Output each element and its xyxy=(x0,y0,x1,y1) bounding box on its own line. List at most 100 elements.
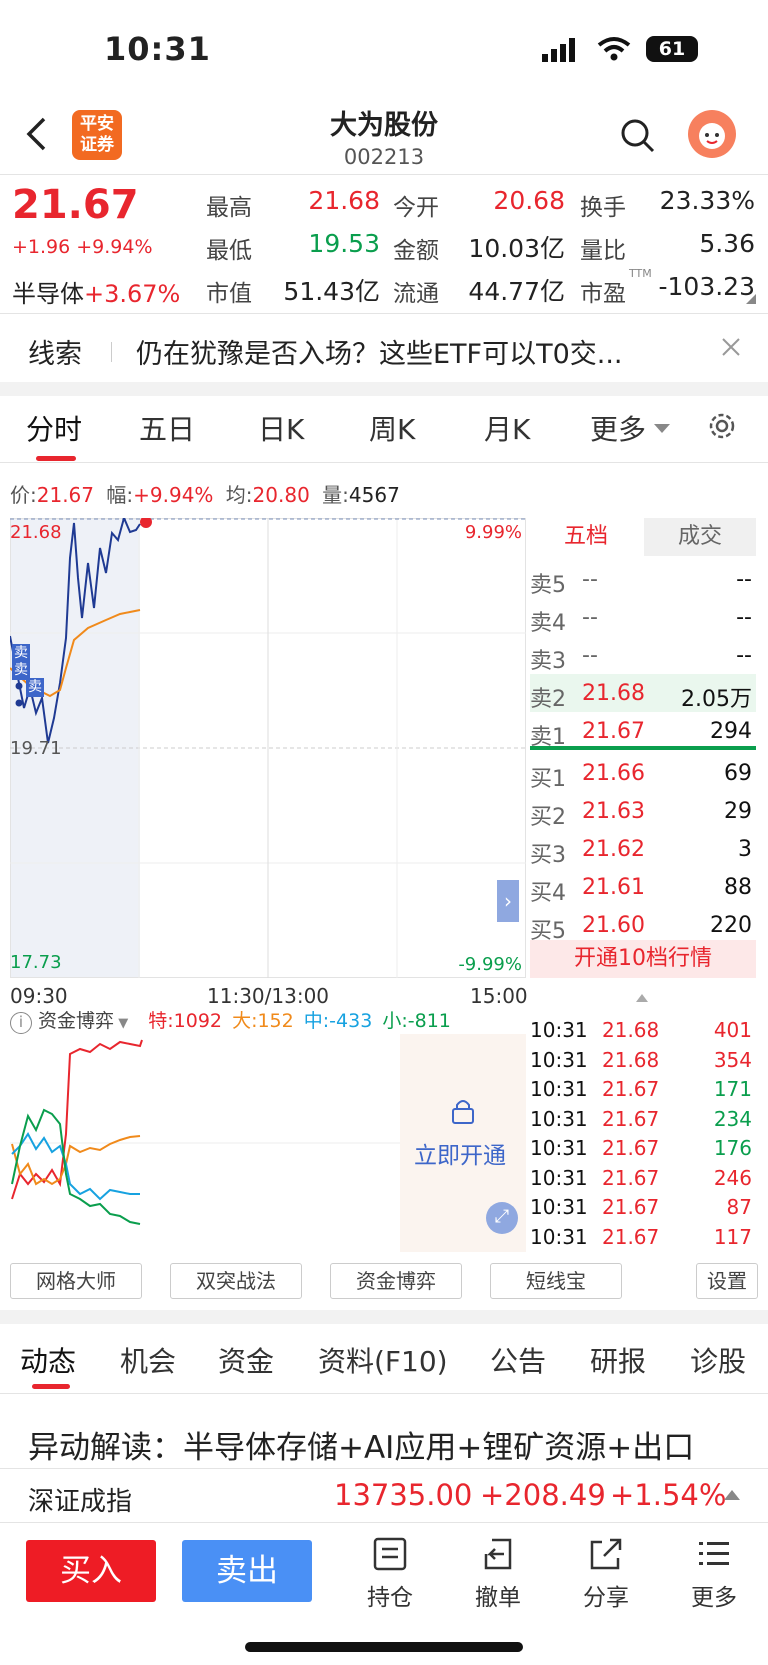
tool-fund-game[interactable]: 资金博弈 xyxy=(330,1263,462,1299)
ttm-label: TTM xyxy=(629,267,652,280)
trade-row: 10:31 21.68 354 xyxy=(530,1047,752,1072)
news-headline[interactable]: 异动解读：半导体存储+AI应用+锂矿资源+出口 xyxy=(28,1422,758,1467)
info-tab[interactable]: 诊股 xyxy=(690,1340,746,1380)
orderbook-row[interactable]: 卖4 -- -- xyxy=(530,598,756,636)
y-mid-label: 19.71 xyxy=(10,738,62,759)
tool-short-line[interactable]: 短线宝 xyxy=(490,1263,622,1299)
chart-tab[interactable]: 周K xyxy=(369,408,415,448)
info-icon[interactable]: i xyxy=(10,1012,32,1034)
undo-icon xyxy=(484,1538,512,1570)
close-icon[interactable] xyxy=(720,336,742,362)
avatar[interactable] xyxy=(688,110,736,158)
sell-marker: 卖卖 xyxy=(12,644,30,680)
trade-row: 10:31 21.67 171 xyxy=(530,1077,752,1101)
last-price: 21.67 xyxy=(12,182,139,228)
orderbook-row[interactable]: 卖1 21.67 294 xyxy=(530,712,756,750)
info-tab[interactable]: 机会 xyxy=(120,1340,176,1380)
index-name[interactable]: 深证成指 xyxy=(28,1481,132,1518)
orderbook-row[interactable]: 卖2 21.68 2.05万 xyxy=(530,674,756,712)
trade-row: 10:31 21.68 401 xyxy=(530,1018,752,1042)
trade-row: 10:31 21.67 176 xyxy=(530,1136,752,1160)
chart-tab[interactable]: 五日 xyxy=(139,408,195,448)
chart-tab[interactable]: 日K xyxy=(258,408,304,448)
home-indicator xyxy=(245,1642,523,1652)
intraday-chart[interactable]: 卖卖 卖 21.68 19.71 17.73 9.99% -9.99% › xyxy=(10,518,526,978)
tab-active-underline xyxy=(36,456,76,461)
trade-row: 10:31 21.67 117 xyxy=(530,1224,752,1249)
tab-five-level[interactable]: 五档 xyxy=(530,518,642,556)
y-min-label: 17.73 xyxy=(10,952,62,973)
orderbook-row[interactable]: 买5 21.60 220 xyxy=(530,906,756,944)
orderbook-row[interactable]: 买2 21.63 29 xyxy=(530,792,756,830)
index-change: +208.49 xyxy=(480,1478,606,1512)
flow-header: i 资金博弈 ▼ 特:1092 大:152 中:-433 小:-811 xyxy=(10,1006,451,1034)
flow-title[interactable]: 资金博弈 xyxy=(38,1010,114,1032)
quote-value: 21.68 xyxy=(308,186,380,215)
tool-double-breakout[interactable]: 双突战法 xyxy=(170,1263,302,1299)
lock-icon xyxy=(450,1097,476,1129)
dropdown-caret-icon[interactable] xyxy=(654,424,670,433)
orderbook-row[interactable]: 买3 21.62 3 xyxy=(530,830,756,868)
tool-settings[interactable]: 设置 xyxy=(696,1263,758,1299)
chart-tab[interactable]: 分时 xyxy=(26,408,82,448)
quote-value: 20.68 xyxy=(493,186,565,215)
orderbook-row[interactable]: 买1 21.66 69 xyxy=(530,754,756,792)
info-tab[interactable]: 资金 xyxy=(218,1340,274,1380)
trade-scroll-up-icon[interactable] xyxy=(636,994,648,1002)
quote-value: 44.77亿 xyxy=(468,277,565,306)
quote-label: 金额 xyxy=(393,238,439,264)
quote-label: 今开 xyxy=(393,195,439,221)
fullscreen-icon[interactable]: ⤢ xyxy=(486,1202,518,1234)
chart-tab[interactable]: 月K xyxy=(484,408,530,448)
positions-icon xyxy=(373,1537,407,1571)
more-button[interactable]: 更多 xyxy=(674,1536,754,1612)
battery-icon: 61 xyxy=(646,36,698,62)
status-time: 10:31 xyxy=(104,30,211,68)
signal-icon xyxy=(542,38,578,66)
chart-tab[interactable]: 更多 xyxy=(590,408,646,448)
unlock-button[interactable]: 立即开通 xyxy=(414,1136,506,1170)
quote-value: 23.33% xyxy=(659,186,755,215)
trade-row: 10:31 21.67 87 xyxy=(530,1195,752,1219)
trade-row: 10:31 21.67 234 xyxy=(530,1106,752,1131)
orderbook-row[interactable]: 卖5 -- -- xyxy=(530,560,756,598)
quote-label: 最高 xyxy=(206,195,252,221)
orderbook-row[interactable]: 卖3 -- -- xyxy=(530,636,756,674)
cancel-order-button[interactable]: 撤单 xyxy=(458,1536,538,1612)
expand-arrow-icon[interactable]: › xyxy=(497,880,519,922)
tab-trades[interactable]: 成交 xyxy=(644,518,756,556)
orderbook-row[interactable]: 买4 21.61 88 xyxy=(530,868,756,906)
expand-corner-icon[interactable] xyxy=(746,294,756,304)
quote-label: 最低 xyxy=(206,238,252,264)
share-icon xyxy=(590,1538,622,1570)
buy-button[interactable]: 买入 xyxy=(26,1540,156,1602)
info-tab[interactable]: 研报 xyxy=(590,1340,646,1380)
pct-max-label: 9.99% xyxy=(464,522,522,543)
expand-up-icon[interactable] xyxy=(724,1490,740,1500)
trade-row: 10:31 21.67 246 xyxy=(530,1165,752,1190)
clue-text[interactable]: 仍在犹豫是否入场？这些ETF可以T0交... xyxy=(136,332,696,371)
clue-label: 线索 xyxy=(28,339,82,370)
chart-info: 价:21.67 幅:+9.94% 均:20.80 量:4567 xyxy=(10,483,400,507)
sector-change[interactable]: 半导体+3.67% xyxy=(12,274,180,309)
battery-level: 61 xyxy=(658,38,686,60)
open-10-levels-button[interactable]: 开通10档行情 xyxy=(530,940,756,978)
quote-value: 51.43亿 xyxy=(283,277,380,306)
index-pct: +1.54% xyxy=(610,1478,727,1512)
price-change: +1.96 +9.94% xyxy=(12,236,153,258)
info-tab[interactable]: 公告 xyxy=(490,1340,546,1380)
quote-value: 19.53 xyxy=(308,229,380,258)
menu-icon xyxy=(699,1542,729,1565)
time-end: 15:00 xyxy=(470,984,528,1008)
search-icon[interactable] xyxy=(620,118,656,158)
sell-button[interactable]: 卖出 xyxy=(182,1540,312,1602)
settings-gear-icon[interactable] xyxy=(706,410,738,446)
quote-value: 5.36 xyxy=(699,229,755,258)
info-tab[interactable]: 资料(F10) xyxy=(318,1340,448,1380)
tool-grid-master[interactable]: 网格大师 xyxy=(10,1263,142,1299)
y-max-label: 21.68 xyxy=(10,522,62,543)
time-start: 09:30 xyxy=(10,984,68,1008)
info-tab[interactable]: 动态 xyxy=(20,1340,76,1380)
positions-button[interactable]: 持仓 xyxy=(350,1536,430,1612)
share-button[interactable]: 分享 xyxy=(566,1536,646,1612)
